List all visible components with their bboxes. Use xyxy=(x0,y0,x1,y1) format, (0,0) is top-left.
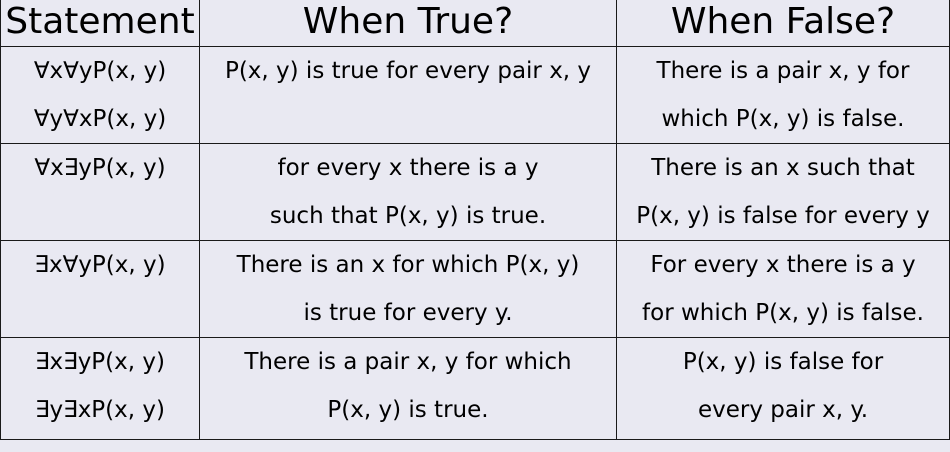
statement-line: ∃y∃xP(x, y) xyxy=(35,397,165,423)
when-true-line: There is a pair x, y for which xyxy=(244,349,572,375)
statement-cell: ∀x∃yP(x, y) xyxy=(0,143,200,241)
when-true-cell: There is an x for which P(x, y) is true … xyxy=(199,240,617,338)
statement-line: ∃x∀yP(x, y) xyxy=(34,252,166,278)
when-false-line: every pair x, y. xyxy=(697,397,869,423)
when-false-cell: There is an x such that P(x, y) is false… xyxy=(616,143,950,241)
header-row: Statement When True? When False? xyxy=(0,0,950,47)
statement-line: ∃x∃yP(x, y) xyxy=(35,349,165,375)
statement-line: ∀x∀yP(x, y) xyxy=(33,58,167,84)
table-row: ∀x∀yP(x, y) ∀y∀xP(x, y) P(x, y) is true … xyxy=(0,46,950,144)
statement-line xyxy=(1,289,199,337)
when-true-cell: There is a pair x, y for which P(x, y) i… xyxy=(199,337,617,440)
header-statement: Statement xyxy=(0,0,200,47)
when-true-cell: for every x there is a y such that P(x, … xyxy=(199,143,617,241)
header-when-true: When True? xyxy=(199,0,617,47)
when-false-cell: For every x there is a y for which P(x, … xyxy=(616,240,950,338)
statement-cell: ∃x∀yP(x, y) xyxy=(0,240,200,338)
when-true-line: such that P(x, y) is true. xyxy=(269,203,547,229)
when-false-cell: P(x, y) is false for every pair x, y. xyxy=(616,337,950,440)
when-false-line: P(x, y) is false for every y xyxy=(636,203,930,229)
when-false-line: P(x, y) is false for xyxy=(682,349,884,375)
when-true-line: is true for every y. xyxy=(303,300,513,326)
when-true-line: P(x, y) is true for every pair x, y xyxy=(224,58,592,84)
statement-cell: ∃x∃yP(x, y) ∃y∃xP(x, y) xyxy=(0,337,200,440)
when-true-cell: P(x, y) is true for every pair x, y xyxy=(199,46,617,144)
when-true-line: There is an x for which P(x, y) xyxy=(236,252,580,278)
when-false-line: for which P(x, y) is false. xyxy=(642,300,924,326)
when-false-line: There is an x such that xyxy=(651,155,915,181)
when-false-line: which P(x, y) is false. xyxy=(661,106,905,132)
when-false-line: There is a pair x, y for xyxy=(656,58,910,84)
header-when-false: When False? xyxy=(616,0,950,47)
table-row: ∃x∀yP(x, y) There is an x for which P(x,… xyxy=(0,240,950,338)
statement-line: ∀x∃yP(x, y) xyxy=(34,155,166,181)
quantifier-table: Statement When True? When False? ∀x∀yP(x… xyxy=(0,0,950,440)
table-row: ∀x∃yP(x, y) for every x there is a y suc… xyxy=(0,143,950,241)
when-false-line: For every x there is a y xyxy=(650,252,916,278)
when-true-line xyxy=(200,95,616,143)
when-true-line: P(x, y) is true. xyxy=(327,397,489,423)
statement-line xyxy=(1,192,199,240)
when-false-cell: There is a pair x, y for which P(x, y) i… xyxy=(616,46,950,144)
table-row: ∃x∃yP(x, y) ∃y∃xP(x, y) There is a pair … xyxy=(0,337,950,440)
statement-line: ∀y∀xP(x, y) xyxy=(33,106,167,132)
statement-cell: ∀x∀yP(x, y) ∀y∀xP(x, y) xyxy=(0,46,200,144)
when-true-line: for every x there is a y xyxy=(277,155,539,181)
